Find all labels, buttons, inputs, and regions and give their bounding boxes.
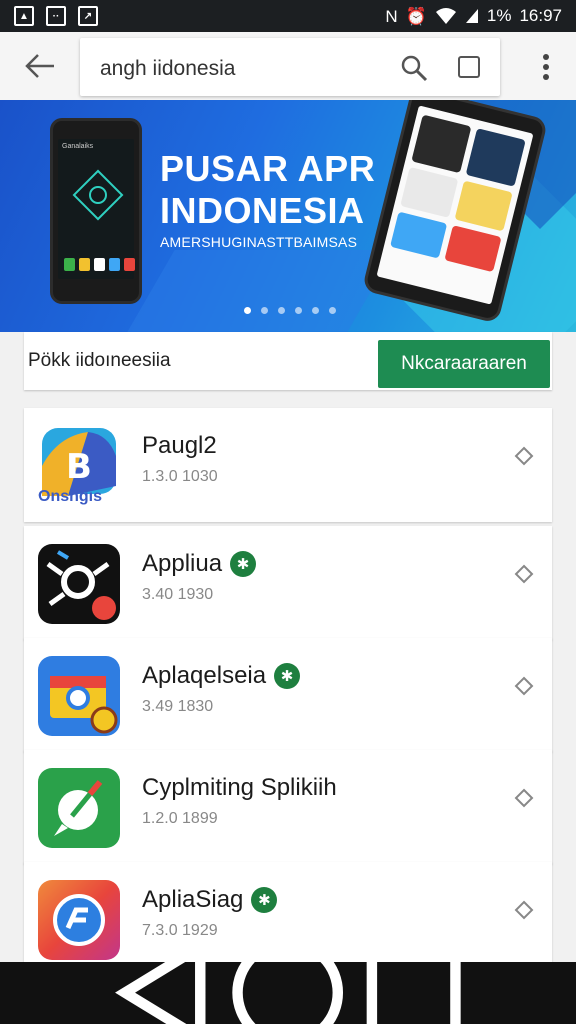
app-meta: 3.49 1830	[142, 698, 214, 715]
list-item[interactable]: Aplaqelseia ✱ 3.49 1830	[24, 638, 552, 752]
banner-subtitle: AMERSHUGINASTTBAIMSAS	[160, 234, 358, 250]
verified-icon: ✱	[251, 887, 278, 913]
app-name: Appliua ✱	[142, 550, 257, 578]
nfc-icon: N	[385, 6, 398, 26]
diamond-icon[interactable]	[514, 446, 534, 466]
search-icon[interactable]	[400, 54, 428, 82]
home-circle-icon[interactable]	[225, 930, 350, 1024]
verified-icon: ✱	[230, 551, 257, 577]
diamond-icon[interactable]	[514, 900, 534, 920]
app-name: Paugl2	[142, 432, 217, 459]
carousel-dot[interactable]	[244, 307, 251, 314]
message-icon: ··	[46, 6, 66, 26]
carousel-dot[interactable]	[295, 307, 302, 314]
tabs-icon[interactable]	[458, 56, 480, 78]
app-icon-text: Onsngis	[38, 488, 103, 505]
back-arrow-icon[interactable]	[24, 52, 56, 80]
app-icon	[38, 544, 120, 624]
phone-screen-text: Ganalaiks	[62, 143, 94, 150]
search-button[interactable]: Nkcaraaraaren	[378, 340, 550, 388]
search-input[interactable]: angh iidonesia	[100, 57, 235, 81]
gallery-icon: ▲	[14, 6, 34, 26]
diamond-icon[interactable]	[514, 564, 534, 584]
app-icon: B Onsngis	[38, 426, 120, 506]
app-icon	[38, 656, 120, 736]
app-meta: 1.3.0 1030	[142, 468, 218, 485]
phone-mockup: Ganalaiks	[50, 118, 142, 304]
more-options-icon[interactable]	[542, 54, 550, 80]
verified-icon: ✱	[274, 663, 301, 689]
navigation-bar	[0, 937, 576, 1024]
status-bar: ▲ ·· ↗ N ⏰ 1% 16:97	[0, 0, 576, 32]
list-item[interactable]: Appliua ✱ 3.40 1930	[24, 526, 552, 640]
carousel-dot[interactable]	[261, 307, 268, 314]
back-triangle-icon[interactable]	[100, 930, 225, 1024]
signal-icon	[465, 9, 478, 23]
banner-title: PUSAR APR INDONESIA	[160, 148, 376, 231]
carousel-dot[interactable]	[278, 307, 285, 314]
svg-text:B: B	[66, 447, 92, 487]
recents-square-icon[interactable]	[351, 930, 476, 1024]
app-name: Cyplmiting Splikiih	[142, 774, 337, 801]
top-bar: angh iidonesia	[0, 32, 576, 100]
list-item[interactable]: B Onsngis Paugl2 1.3.0 1030	[24, 408, 552, 522]
diamond-icon[interactable]	[514, 788, 534, 808]
battery-text: 1%	[486, 6, 512, 25]
status-time: 16:97	[519, 6, 562, 25]
list-item[interactable]: Cyplmiting Splikiih 1.2.0 1899	[24, 750, 552, 864]
search-row: Pökk iidoıneesiia Nkcaraaraaren	[24, 332, 552, 390]
diamond-icon[interactable]	[514, 676, 534, 696]
search-box[interactable]: angh iidonesia	[80, 38, 500, 96]
app-meta: 1.2.0 1899	[142, 810, 218, 827]
query-field[interactable]: Pökk iidoıneesiia	[28, 350, 368, 372]
app-icon	[38, 768, 120, 848]
carousel-dot[interactable]	[329, 307, 336, 314]
app-name: ApliaSiag ✱	[142, 886, 278, 914]
carousel-dot[interactable]	[312, 307, 319, 314]
wifi-icon	[435, 8, 456, 24]
app-meta: 3.40 1930	[142, 586, 214, 603]
chart-icon: ↗	[78, 6, 98, 26]
carousel-dots[interactable]	[244, 307, 336, 314]
alarm-icon: ⏰	[405, 6, 427, 26]
promo-banner[interactable]: Ganalaiks PUSAR APR INDONESIA AMERSHUGIN…	[0, 100, 576, 332]
app-name: Aplaqelseia ✱	[142, 662, 301, 690]
